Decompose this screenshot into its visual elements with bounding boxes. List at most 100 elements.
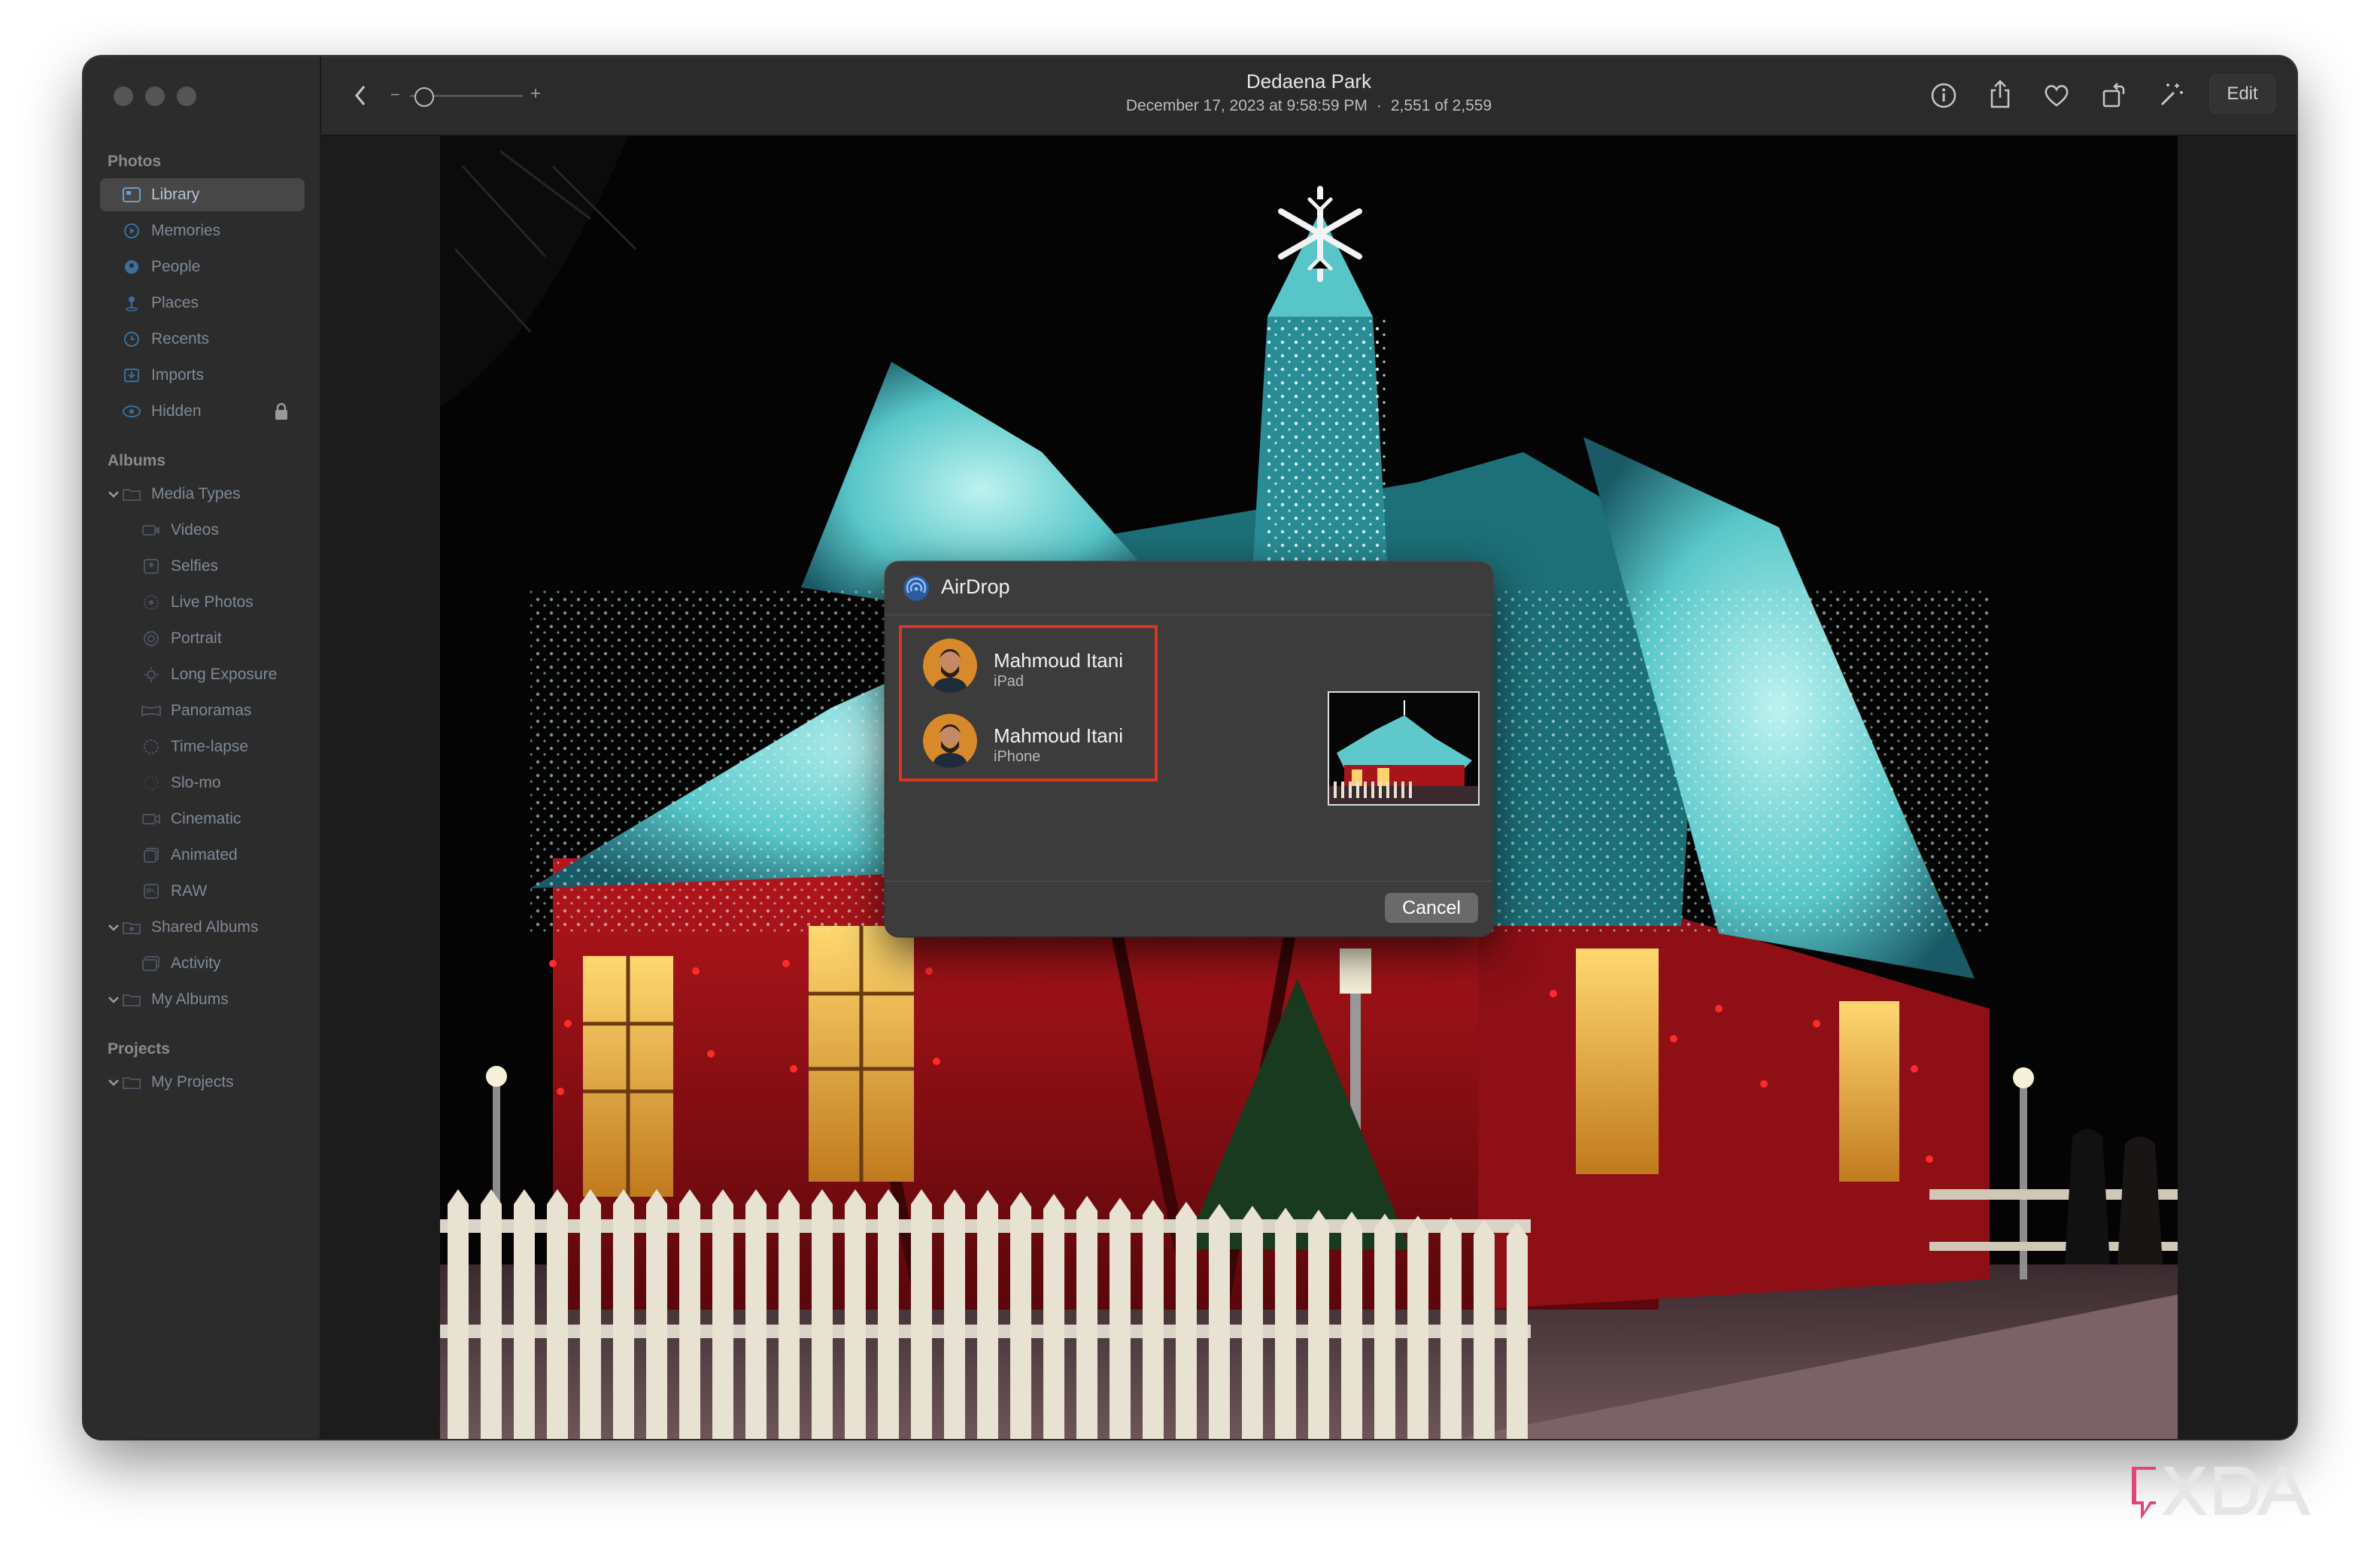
sidebar-section-photos: Photos: [108, 153, 162, 170]
sidebar-item-imports[interactable]: Imports: [100, 359, 305, 392]
sidebar-item-shared-albums[interactable]: Shared Albums: [100, 911, 305, 944]
fence-picket: [1474, 1219, 1495, 1439]
fence-picket: [944, 1189, 965, 1439]
share-button[interactable]: [1984, 76, 2017, 112]
chevron-down-icon[interactable]: [105, 1073, 123, 1091]
fence-picket: [812, 1189, 833, 1439]
sidebar-item-library[interactable]: Library: [100, 178, 305, 211]
sidebar-item-memories[interactable]: Memories: [100, 214, 305, 247]
info-icon: [1931, 83, 1957, 108]
fence-picket: [1440, 1217, 1462, 1439]
device-type: iPad: [994, 673, 1025, 690]
shared-albums-icon: [121, 917, 142, 938]
favorite-button[interactable]: [2040, 79, 2073, 112]
fence-picket: [1043, 1194, 1064, 1439]
sidebar-item-label: My Albums: [151, 991, 229, 1008]
sidebar-item-activity[interactable]: Activity: [100, 947, 305, 980]
heart-icon: [2045, 85, 2069, 107]
toolbar: − + Dedaena Park December 17, 2023 at 9:…: [321, 56, 2297, 136]
raw-icon: [141, 881, 162, 902]
animated-icon: [141, 845, 162, 866]
fence-picket: [911, 1189, 932, 1439]
share-icon: [1990, 80, 2010, 108]
device-type: iPhone: [994, 748, 1041, 765]
folder-icon: [121, 989, 142, 1010]
avatar: [923, 714, 977, 768]
sidebar-item-portrait[interactable]: Portrait: [100, 622, 305, 655]
sidebar-item-label: My Projects: [151, 1073, 234, 1091]
activity-icon: [141, 953, 162, 974]
fence-picket: [1275, 1207, 1296, 1439]
sidebar-item-live-photos[interactable]: Live Photos: [100, 586, 305, 619]
chevron-down-icon[interactable]: [105, 991, 123, 1009]
chevron-down-icon[interactable]: [105, 485, 123, 503]
sidebar-item-label: Places: [151, 294, 199, 311]
fence-picket: [481, 1189, 502, 1439]
photo-viewer: AirDrop Mahmoud Itani iPad Mahmoud Itani…: [321, 136, 2297, 1439]
airdrop-device-iphone[interactable]: Mahmoud Itani iPhone: [923, 714, 1156, 774]
sidebar-item-label: People: [151, 258, 201, 275]
cinematic-icon: [141, 809, 162, 830]
sidebar-item-long-exposure[interactable]: Long Exposure: [100, 658, 305, 691]
sidebar-item-panoramas[interactable]: Panoramas: [100, 694, 305, 727]
sidebar-section-projects: Projects: [108, 1040, 170, 1058]
panorama-icon: [141, 700, 162, 721]
sidebar-item-media-types[interactable]: Media Types: [100, 478, 305, 511]
zoom-window-button[interactable]: [177, 87, 196, 106]
sidebar-item-label: Animated: [171, 846, 238, 864]
close-window-button[interactable]: [114, 87, 133, 106]
fence-picket: [977, 1189, 998, 1439]
sidebar-item-label: Media Types: [151, 485, 241, 502]
fence-picket: [613, 1189, 634, 1439]
minimize-window-button[interactable]: [145, 87, 165, 106]
sidebar-item-my-albums[interactable]: My Albums: [100, 983, 305, 1016]
window-controls: [114, 87, 196, 106]
sidebar-item-label: Videos: [171, 521, 219, 539]
sidebar-item-label: Portrait: [171, 630, 222, 647]
sidebar-item-cinematic[interactable]: Cinematic: [100, 803, 305, 836]
sidebar-item-selfies[interactable]: Selfies: [100, 550, 305, 583]
airdrop-device-ipad[interactable]: Mahmoud Itani iPad: [923, 639, 1156, 699]
sidebar-item-places[interactable]: Places: [100, 287, 305, 320]
sidebar-item-hidden[interactable]: Hidden: [100, 395, 305, 428]
sidebar-item-label: Imports: [151, 366, 205, 384]
sidebar-item-raw[interactable]: RAW: [100, 875, 305, 908]
sidebar-item-animated[interactable]: Animated: [100, 839, 305, 872]
sidebar: Photos Library Memories People Places Re…: [83, 56, 321, 1439]
video-icon: [141, 520, 162, 541]
fence-picket: [580, 1189, 601, 1439]
library-icon: [121, 184, 142, 205]
recents-icon: [121, 329, 142, 350]
rotate-icon: [2102, 83, 2125, 108]
edit-button[interactable]: Edit: [2209, 74, 2275, 114]
sidebar-item-label: Long Exposure: [171, 666, 278, 683]
sidebar-item-time-lapse[interactable]: Time-lapse: [100, 730, 305, 763]
sidebar-item-videos[interactable]: Videos: [100, 514, 305, 547]
folder-icon: [121, 484, 142, 505]
sidebar-item-label: RAW: [171, 882, 208, 900]
sidebar-item-label: Hidden: [151, 402, 202, 420]
hidden-icon: [121, 401, 142, 422]
sidebar-item-recents[interactable]: Recents: [100, 323, 305, 356]
auto-enhance-button[interactable]: [2155, 77, 2188, 112]
selfie-icon: [141, 556, 162, 577]
info-button[interactable]: [1927, 79, 1960, 112]
sidebar-item-my-projects[interactable]: My Projects: [100, 1066, 305, 1099]
lock-icon: [273, 402, 290, 420]
photos-window: Photos Library Memories People Places Re…: [83, 56, 2297, 1439]
folder-icon: [121, 1072, 142, 1093]
cancel-button[interactable]: Cancel: [1385, 893, 1478, 923]
sidebar-item-label: Live Photos: [171, 593, 253, 611]
shared-photo-thumbnail: [1328, 691, 1480, 806]
sidebar-item-people[interactable]: People: [100, 250, 305, 284]
chevron-down-icon[interactable]: [105, 918, 123, 936]
portrait-icon: [141, 628, 162, 649]
sidebar-item-slo-mo[interactable]: Slo-mo: [100, 766, 305, 800]
long-exposure-icon: [141, 664, 162, 685]
rotate-button[interactable]: [2098, 77, 2131, 112]
fence-picket: [1143, 1200, 1164, 1439]
live-photo-icon: [141, 592, 162, 613]
fence-picket: [1407, 1216, 1428, 1439]
sidebar-section-albums: Albums: [108, 452, 166, 469]
sidebar-item-label: Memories: [151, 222, 221, 239]
